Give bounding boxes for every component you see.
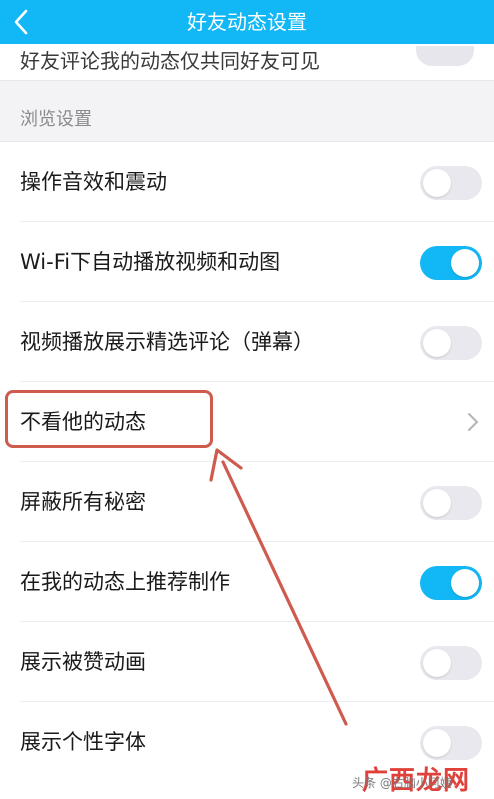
toggle-knob xyxy=(423,329,451,357)
setting-row[interactable]: 在我的动态上推荐制作 xyxy=(0,542,494,622)
setting-row[interactable]: Wi-Fi下自动播放视频和动图 xyxy=(0,222,494,302)
toggle-switch[interactable] xyxy=(420,326,482,360)
setting-row[interactable]: 操作音效和震动 xyxy=(0,142,494,222)
toggle-switch[interactable] xyxy=(420,246,482,280)
setting-label: 好友评论我的动态仅共同好友可见 xyxy=(20,49,320,73)
setting-label: 展示被赞动画 xyxy=(20,650,146,674)
setting-row[interactable]: 视频播放展示精选评论（弹幕） xyxy=(0,302,494,382)
watermark: 广西龙网 头条 @右脑小阿姨 xyxy=(352,760,470,797)
header-bar: 好友动态设置 xyxy=(0,0,494,44)
chevron-right-icon xyxy=(468,413,478,431)
setting-row-partial[interactable]: 好友评论我的动态仅共同好友可见 xyxy=(0,44,494,80)
toggle-knob xyxy=(423,729,451,757)
section-title: 浏览设置 xyxy=(20,109,92,130)
section-header: 浏览设置 xyxy=(0,80,494,142)
setting-row[interactable]: 展示被赞动画 xyxy=(0,622,494,702)
toggle-switch[interactable] xyxy=(420,646,482,680)
setting-label: 屏蔽所有秘密 xyxy=(20,490,146,514)
toggle-switch[interactable] xyxy=(420,726,482,760)
toggle-knob xyxy=(451,249,479,277)
watermark-caption: 头条 @右脑小阿姨 xyxy=(352,776,452,790)
setting-label: 展示个性字体 xyxy=(20,730,146,754)
toggle-knob xyxy=(423,169,451,197)
setting-label: 操作音效和震动 xyxy=(20,170,167,194)
toggle-switch[interactable] xyxy=(420,166,482,200)
highlight-box xyxy=(5,390,213,448)
setting-row[interactable]: 屏蔽所有秘密 xyxy=(0,462,494,542)
page-title: 好友动态设置 xyxy=(187,10,307,34)
toggle-switch[interactable] xyxy=(416,46,474,66)
toggle-switch[interactable] xyxy=(420,566,482,600)
setting-label: 在我的动态上推荐制作 xyxy=(20,570,230,594)
setting-label: 视频播放展示精选评论（弹幕） xyxy=(20,330,314,354)
setting-label: Wi-Fi下自动播放视频和动图 xyxy=(20,250,281,274)
toggle-switch[interactable] xyxy=(420,486,482,520)
toggle-knob xyxy=(423,649,451,677)
toggle-knob xyxy=(423,489,451,517)
toggle-knob xyxy=(451,569,479,597)
